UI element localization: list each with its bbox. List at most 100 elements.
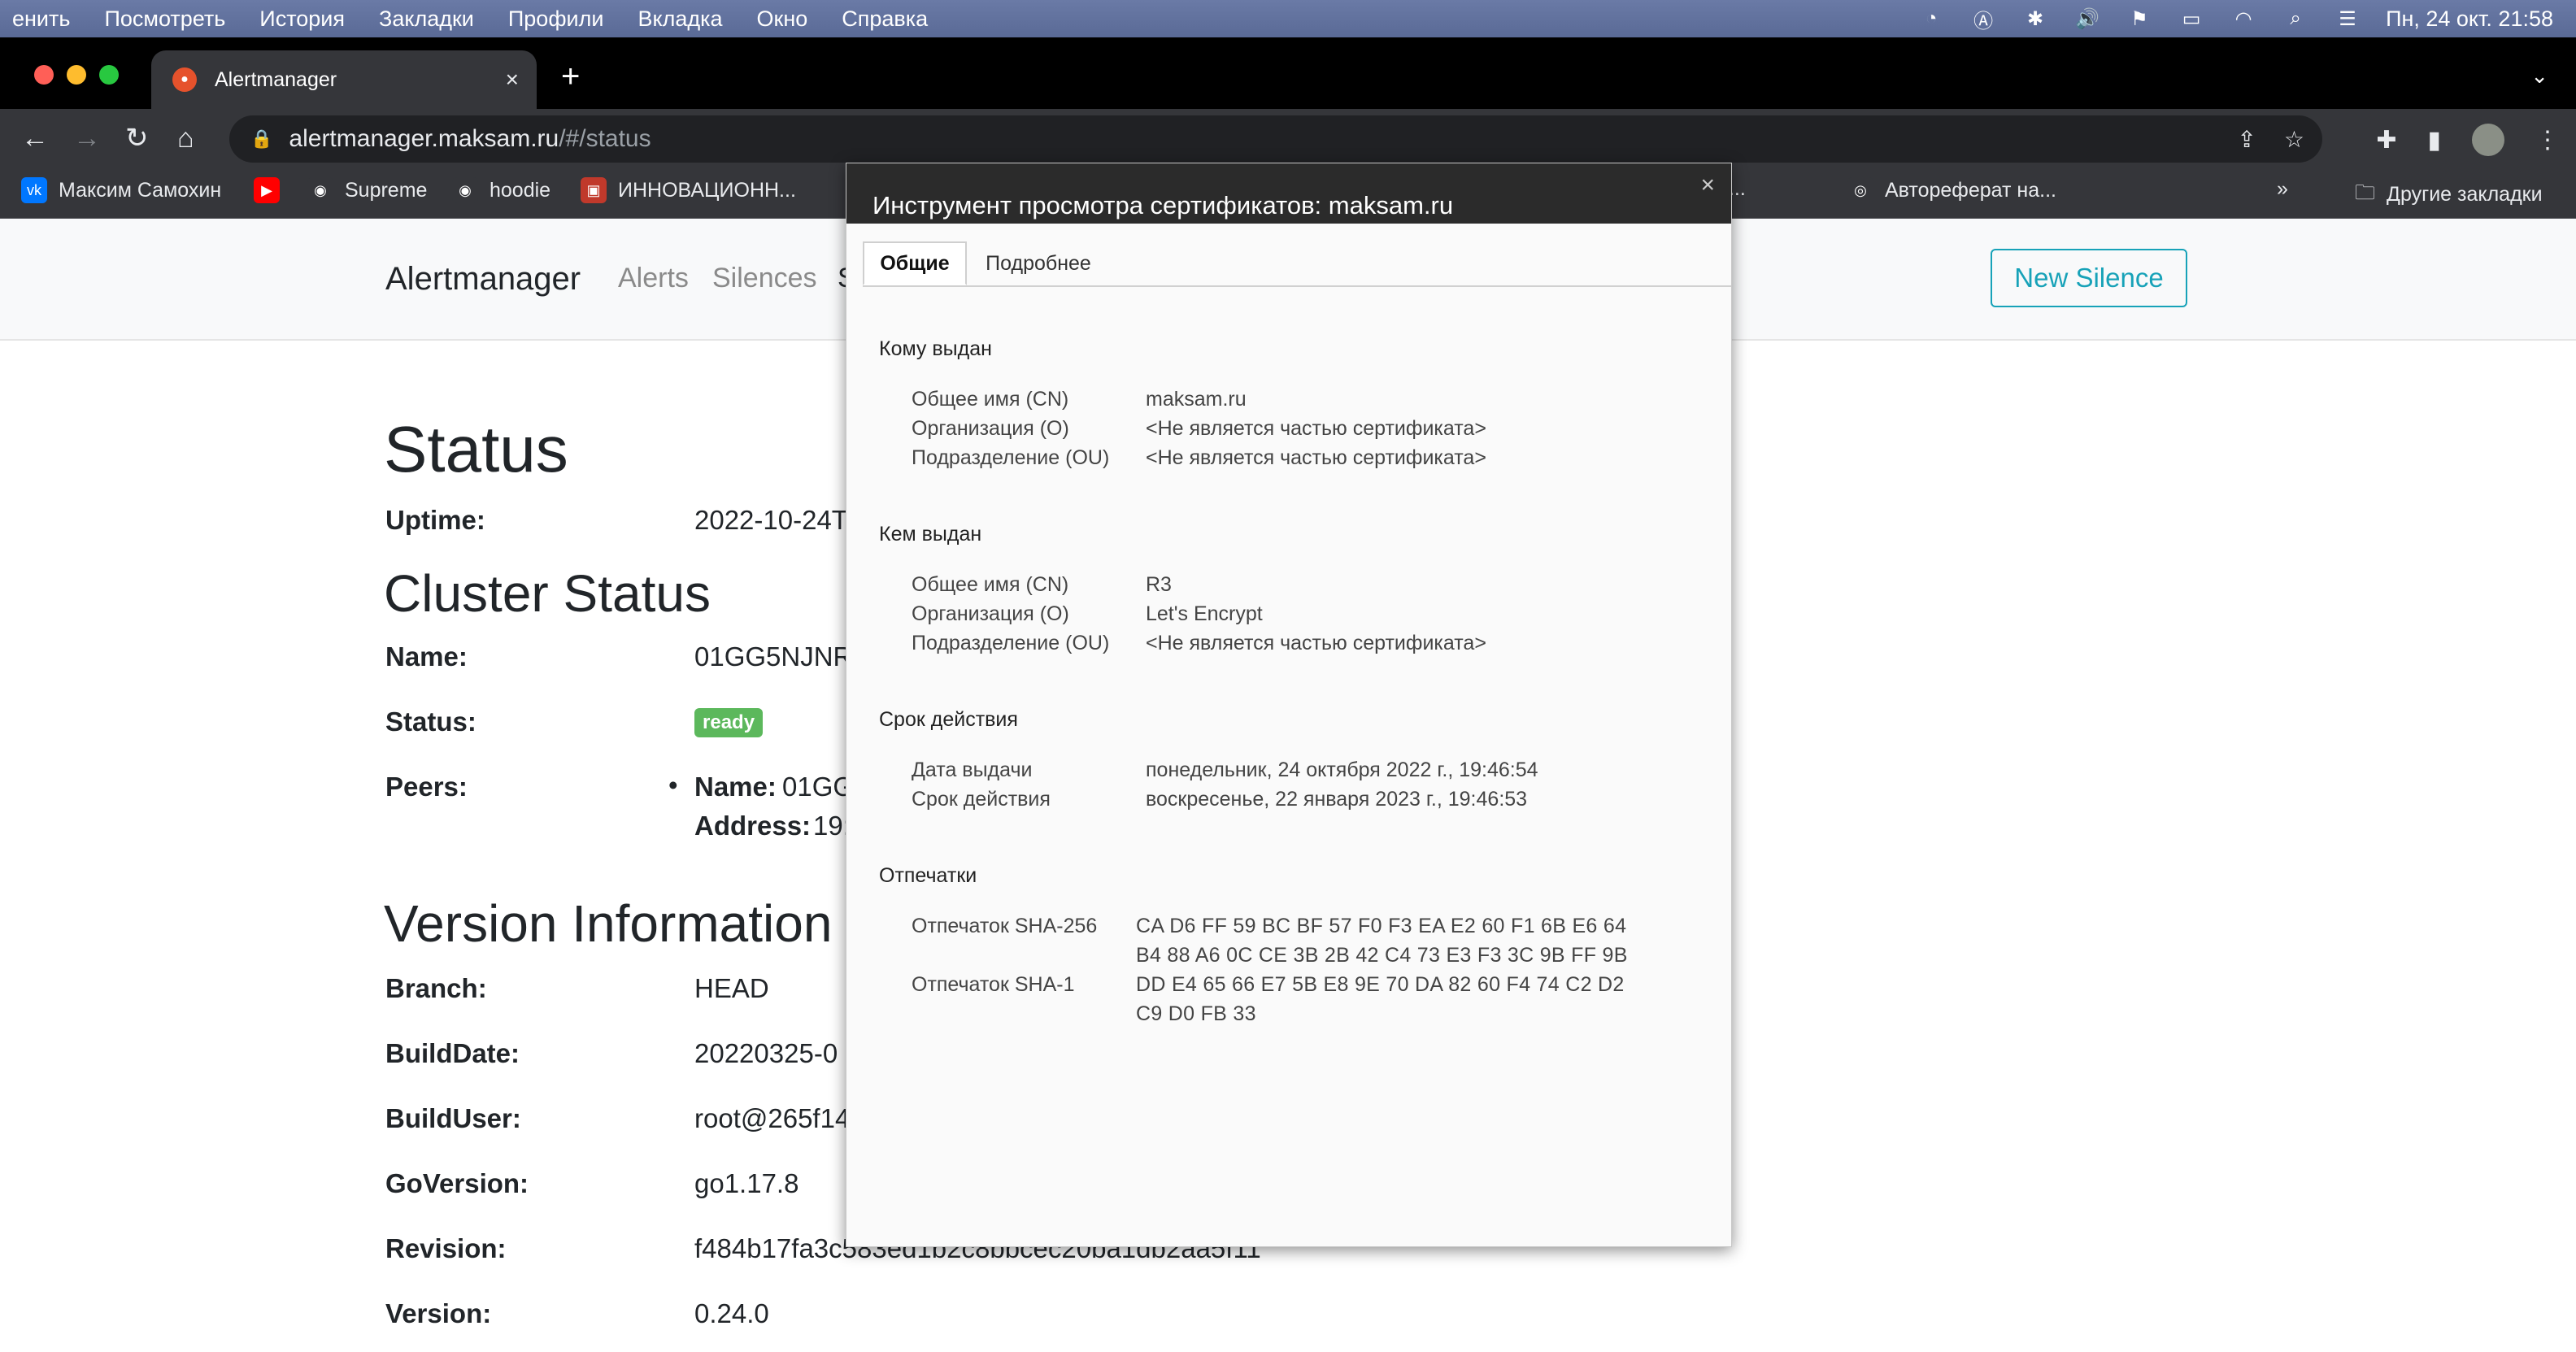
expiry-date-value: воскресенье, 22 января 2023 г., 19:46:53 xyxy=(1146,788,1528,811)
tab-close-icon[interactable]: × xyxy=(506,67,519,93)
site-icon: ◎ xyxy=(1847,177,1873,203)
to-o-value: <Не является частью сертификата> xyxy=(1146,417,1486,440)
other-bookmarks-folder[interactable]: 🗀 Другие закладки xyxy=(2355,177,2543,212)
control-center-icon[interactable]: ☰ xyxy=(2334,7,2361,31)
to-ou-label: Подразделение (OU) xyxy=(912,446,1110,469)
status-badge: ready xyxy=(694,708,764,737)
menu-item[interactable]: Вкладка xyxy=(620,7,739,32)
by-cn-value: R3 xyxy=(1146,573,1172,596)
profile-avatar[interactable] xyxy=(2472,124,2504,156)
issued-by-heading: Кем выдан xyxy=(879,523,982,546)
bookmark-item[interactable]: ◉ Supreme xyxy=(307,177,427,203)
app-brand[interactable]: Alertmanager xyxy=(385,261,581,298)
url-host: alertmanager.maksam.ru xyxy=(289,125,559,152)
to-cn-label: Общее имя (CN) xyxy=(912,388,1069,411)
to-o-label: Организация (O) xyxy=(912,417,1069,440)
battery-icon[interactable]: ▭ xyxy=(2178,7,2205,31)
notification-icon[interactable]: ◔ xyxy=(1917,7,1945,31)
builduser-value: root@265f14 xyxy=(694,1103,851,1133)
menu-item[interactable]: Профили xyxy=(491,7,621,32)
bookmark-label: Автореферат на... xyxy=(1885,178,2056,202)
vk-icon: vk xyxy=(21,177,47,203)
builddate-label: BuildDate: xyxy=(385,1038,520,1068)
by-o-value: Let's Encrypt xyxy=(1146,602,1263,625)
search-icon[interactable]: ⌕ xyxy=(2282,7,2309,31)
keyboard-flag-icon[interactable]: ⚑ xyxy=(2126,7,2153,31)
side-panel-icon[interactable]: ▮ xyxy=(2427,126,2441,154)
forward-button[interactable]: → xyxy=(73,122,101,154)
bluetooth-icon[interactable]: ✱ xyxy=(2021,7,2049,31)
bookmark-label: Supreme xyxy=(345,178,428,202)
goversion-label: GoVersion: xyxy=(385,1168,529,1198)
address-bar[interactable]: 🔒 alertmanager.maksam.ru/#/status ⇪ ☆ xyxy=(229,115,2322,163)
certificate-viewer-dialog: Инструмент просмотра сертификатов: maksa… xyxy=(846,163,1732,1247)
menu-item[interactable]: История xyxy=(242,7,362,32)
peer-address-value: 19: xyxy=(813,811,851,841)
to-cn-value: maksam.ru xyxy=(1146,388,1247,411)
sha1-line-2: C9 D0 FB 33 xyxy=(1136,1002,1256,1025)
macos-menu-bar: енить Посмотреть История Закладки Профили Вкл… xyxy=(0,0,2576,37)
menu-item[interactable]: Справка xyxy=(825,7,945,32)
status-icons: ◔ Ⓐ ✱ 🔊 ⚑ ▭ ◠ ⌕ ☰ Пн, 24 окт. 21:58 xyxy=(1917,0,2553,37)
back-button[interactable]: ← xyxy=(21,122,49,154)
tab-general[interactable]: Общие xyxy=(863,241,967,285)
youtube-icon: ▶ xyxy=(254,177,280,203)
issued-to-heading: Кому выдан xyxy=(879,337,992,360)
reload-button[interactable]: ↻ xyxy=(125,122,149,154)
builddate-value: 20220325-0 xyxy=(694,1038,838,1068)
menu-item[interactable]: Окно xyxy=(740,7,825,32)
menu-item[interactable]: енить xyxy=(0,7,87,32)
fingerprints-heading: Отпечатки xyxy=(879,864,977,887)
share-icon[interactable]: ⇪ xyxy=(2237,126,2256,153)
browser-tab-strip: ● Alertmanager × + ⌄ xyxy=(0,37,2576,109)
menu-item[interactable]: Закладки xyxy=(362,7,491,32)
wifi-icon[interactable]: ◠ xyxy=(2230,7,2257,31)
bookmark-star-icon[interactable]: ☆ xyxy=(2284,126,2304,153)
sha256-line-1: CA D6 FF 59 BC BF 57 F0 F3 EA E2 60 F1 6… xyxy=(1136,915,1627,937)
input-source-icon[interactable]: Ⓐ xyxy=(1969,7,1997,33)
browser-tab[interactable]: ● Alertmanager × xyxy=(151,50,537,109)
sha1-label: Отпечаток SHA-1 xyxy=(912,973,1075,996)
app-menu: енить Посмотреть История Закладки Профили Вкл… xyxy=(0,7,945,32)
sha256-label: Отпечаток SHA-256 xyxy=(912,915,1098,937)
by-ou-label: Подразделение (OU) xyxy=(912,632,1110,654)
alertmanager-favicon-icon: ● xyxy=(172,67,197,92)
bookmark-item[interactable]: vk Максим Самохин xyxy=(21,177,221,203)
new-silence-button[interactable]: New Silence xyxy=(1991,249,2187,307)
nav-alerts[interactable]: Alerts xyxy=(618,263,689,294)
peers-label: Peers: xyxy=(385,772,468,802)
tab-search-chevron-icon[interactable]: ⌄ xyxy=(2530,63,2548,89)
bookmark-item[interactable]: ◎ Автореферат на... xyxy=(1847,177,2056,203)
bookmark-item[interactable]: ▶ xyxy=(254,177,291,203)
peer-address-label: Address: xyxy=(694,811,812,841)
browser-menu-icon[interactable]: ⋮ xyxy=(2535,126,2560,154)
bookmark-label: ИННОВАЦИОНН... xyxy=(618,178,796,202)
branch-label: Branch: xyxy=(385,973,487,1003)
lock-icon[interactable]: 🔒 xyxy=(250,128,272,150)
home-button[interactable]: ⌂ xyxy=(177,122,194,154)
bookmarks-overflow-icon[interactable]: » xyxy=(2277,177,2288,201)
close-window-button[interactable] xyxy=(34,65,54,85)
dialog-close-icon[interactable]: × xyxy=(1700,172,1715,199)
menu-item[interactable]: Посмотреть xyxy=(87,7,242,32)
folder-icon: 🗀 xyxy=(2355,181,2376,204)
version-label: Version: xyxy=(385,1298,492,1328)
bookmark-item[interactable]: ◉ hoodie xyxy=(452,177,550,203)
zoom-window-button[interactable] xyxy=(99,65,119,85)
revision-label: Revision: xyxy=(385,1233,507,1263)
volume-icon[interactable]: 🔊 xyxy=(2073,7,2101,31)
bookmark-label: Максим Самохин xyxy=(59,178,222,202)
minimize-window-button[interactable] xyxy=(67,65,86,85)
menu-clock[interactable]: Пн, 24 окт. 21:58 xyxy=(2386,7,2553,32)
new-tab-button[interactable]: + xyxy=(561,60,580,93)
nav-silences[interactable]: Silences xyxy=(712,263,817,294)
validity-heading: Срок действия xyxy=(879,708,1018,731)
name-label: Name: xyxy=(385,641,468,672)
extensions-icon[interactable]: ✚ xyxy=(2376,126,2396,154)
bookmark-item[interactable]: ▣ ИННОВАЦИОНН... xyxy=(581,177,796,203)
site-icon: ▣ xyxy=(581,177,607,203)
issue-date-label: Дата выдачи xyxy=(912,759,1033,781)
tab-details[interactable]: Подробнее xyxy=(977,241,1100,285)
globe-icon: ◉ xyxy=(452,177,478,203)
other-bookmarks-label: Другие закладки xyxy=(2387,183,2543,206)
